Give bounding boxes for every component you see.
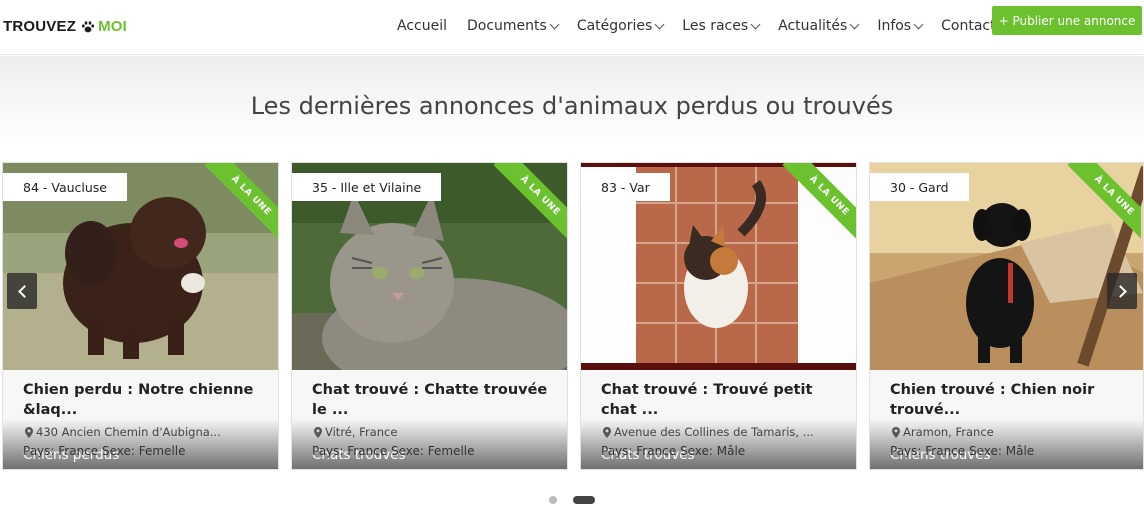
chevron-down-icon — [849, 19, 860, 29]
chevron-down-icon — [654, 19, 665, 29]
listing-location: Avenue des Collines de Tamaris, ... — [603, 425, 814, 439]
map-pin-icon — [892, 426, 900, 438]
featured-ribbon: À LA UNE — [489, 163, 567, 241]
paw-icon — [82, 20, 95, 32]
department-label: 84 - Vaucluse — [3, 173, 127, 201]
latest-listings-section: Les dernières annonces d'animaux perdus … — [0, 56, 1144, 508]
featured-ribbon-text: À LA UNE — [493, 163, 567, 241]
listing-meta: Pays: France Sexe: Mâle — [601, 444, 746, 458]
chevron-down-icon — [913, 19, 924, 29]
featured-ribbon-text: À LA UNE — [782, 163, 856, 241]
carousel-pagination — [549, 496, 595, 504]
chevron-down-icon — [750, 19, 761, 29]
listing-meta: Pays: France Sexe: Mâle — [890, 444, 1035, 458]
listing-location: Vitré, France — [314, 425, 397, 439]
listing-title[interactable]: Chien perdu : Notre chienne &laq... — [23, 380, 263, 420]
logo[interactable]: TROUVEZ MOI — [3, 18, 127, 35]
nav-item-infos[interactable]: Infos — [877, 18, 924, 34]
nav-item-label: Contact — [941, 18, 996, 34]
nav-item-label: Accueil — [397, 18, 447, 34]
department-label: 83 - Var — [581, 173, 670, 201]
location-text: 430 Ancien Chemin d'Aubigna... — [36, 425, 221, 439]
location-text: Avenue des Collines de Tamaris, ... — [614, 425, 814, 439]
featured-ribbon-text: À LA UNE — [204, 163, 278, 241]
publish-ad-button[interactable]: + Publier une annonce — [992, 6, 1142, 35]
nav-item-contact[interactable]: Contact — [941, 18, 995, 34]
logo-text-trouvez: TROUVEZ — [3, 18, 77, 35]
chevron-left-icon — [17, 284, 31, 298]
main-nav: Accueil Documents Catégories Les races A… — [397, 18, 996, 34]
listing-card[interactable]: 83 - Var À LA UNE Chats trouvés Chat tro… — [580, 162, 857, 470]
logo-text-moi: MOI — [98, 18, 128, 35]
nav-item-races[interactable]: Les races — [682, 18, 761, 34]
listing-location: Aramon, France — [892, 425, 994, 439]
nav-item-documents[interactable]: Documents — [467, 18, 560, 34]
map-pin-icon — [25, 426, 33, 438]
nav-item-label: Catégories — [576, 18, 653, 34]
listing-title[interactable]: Chat trouvé : Trouvé petit chat ... — [601, 380, 841, 420]
featured-ribbon: À LA UNE — [778, 163, 856, 241]
site-header: TROUVEZ MOI Accueil Documents Catégories… — [0, 0, 1144, 55]
featured-ribbon-text: À LA UNE — [1067, 163, 1141, 241]
location-text: Aramon, France — [903, 425, 994, 439]
carousel-next-button[interactable] — [1107, 273, 1137, 309]
nav-item-label: Actualités — [778, 18, 848, 34]
map-pin-icon — [314, 426, 322, 438]
chevron-right-icon — [1113, 284, 1127, 298]
featured-ribbon: À LA UNE — [1063, 163, 1141, 241]
carousel-prev-button[interactable] — [7, 273, 37, 309]
listing-card[interactable]: 84 - Vaucluse À LA UNE Chiens perdus Chi… — [2, 162, 279, 470]
listing-location: 430 Ancien Chemin d'Aubigna... — [25, 425, 221, 439]
carousel-dot-2[interactable] — [573, 496, 595, 504]
listing-meta: Pays: France Sexe: Femelle — [312, 444, 475, 458]
listing-card[interactable]: 30 - Gard À LA UNE Chiens trouvés Chien … — [869, 162, 1144, 470]
nav-item-label: Infos — [877, 18, 912, 34]
section-title: Les dernières annonces d'animaux perdus … — [250, 92, 894, 120]
nav-item-actualites[interactable]: Actualités — [778, 18, 860, 34]
featured-ribbon: À LA UNE — [200, 163, 278, 241]
department-label: 35 - Ille et Vilaine — [292, 173, 442, 201]
location-text: Vitré, France — [325, 425, 398, 439]
listing-title[interactable]: Chat trouvé : Chatte trouvée le ... — [312, 380, 552, 420]
nav-item-label: Documents — [467, 18, 547, 34]
chevron-down-icon — [549, 19, 560, 29]
nav-item-categories[interactable]: Catégories — [576, 18, 665, 34]
carousel-dot-1[interactable] — [549, 496, 557, 504]
nav-item-accueil[interactable]: Accueil — [397, 18, 447, 34]
listing-meta: Pays: France Sexe: Femelle — [23, 444, 186, 458]
department-label: 30 - Gard — [870, 173, 969, 201]
listing-title[interactable]: Chien trouvé : Chien noir trouvé... — [890, 380, 1130, 420]
nav-item-label: Les races — [682, 18, 749, 34]
map-pin-icon — [603, 426, 611, 438]
listing-card[interactable]: 35 - Ille et Vilaine À LA UNE Chats trou… — [291, 162, 568, 470]
